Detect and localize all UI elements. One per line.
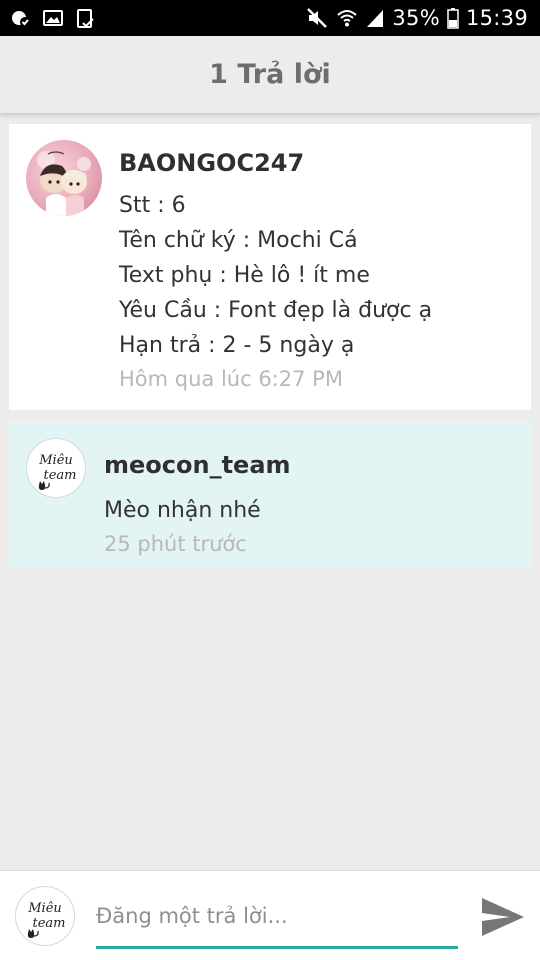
logo-text: team	[44, 468, 77, 483]
signal-app-icon	[12, 11, 30, 27]
app-header: 1 Trả lời	[0, 36, 540, 114]
message-line: Hạn trả : 2 - 5 ngày ạ	[119, 333, 355, 358]
image-icon	[43, 10, 63, 26]
reply-card[interactable]: Miêu team meocon_team Mèo nhận nhé 25 ph…	[9, 421, 531, 567]
reply-body: meocon_team Mèo nhận nhé 25 phút trước	[104, 451, 291, 567]
message-line: Mèo nhận nhé	[104, 498, 261, 523]
mieu-team-logo-icon: Miêu team	[38, 453, 77, 490]
clipboard-check-icon	[77, 9, 94, 28]
page-title: 1 Trả lời	[209, 59, 331, 90]
timestamp: 25 phút trước	[104, 532, 247, 556]
status-right-icons: 35% 15:39	[305, 6, 528, 30]
logo-text: Miêu	[27, 901, 62, 916]
reply-card[interactable]: BAONGOC247 Stt : 6 Tên chữ ký : Mochi Cá…	[9, 124, 531, 410]
logo-text: Miêu	[38, 453, 73, 468]
message-line: Text phụ : Hè lô ! ít me	[119, 263, 370, 288]
clock: 15:39	[465, 6, 528, 30]
battery-percentage: 35%	[392, 6, 440, 30]
current-user-avatar[interactable]: Miêu team	[15, 886, 75, 946]
mute-icon	[307, 8, 328, 28]
username[interactable]: BAONGOC247	[119, 149, 432, 177]
message-line: Yêu Cầu : Font đẹp là được ạ	[119, 298, 433, 323]
message-line: Tên chữ ký : Mochi Cá	[119, 228, 358, 253]
message-line: Stt : 6	[119, 193, 186, 218]
mieu-team-logo-icon: Miêu team	[27, 901, 66, 938]
reply-body: BAONGOC247 Stt : 6 Tên chữ ký : Mochi Cá…	[119, 149, 432, 410]
reply-input[interactable]	[96, 893, 458, 949]
send-icon[interactable]	[478, 895, 526, 939]
status-left-icons	[10, 7, 96, 29]
avatar[interactable]	[26, 140, 102, 216]
timestamp: Hôm qua lúc 6:27 PM	[119, 367, 343, 391]
logo-text: team	[33, 916, 66, 931]
reply-composer: Miêu team	[0, 870, 540, 960]
battery-icon	[447, 8, 459, 29]
anime-couple-avatar-icon	[37, 151, 91, 216]
cell-signal-icon	[367, 10, 384, 27]
username[interactable]: meocon_team	[104, 451, 291, 479]
status-bar: 35% 15:39	[0, 0, 540, 36]
wifi-icon	[337, 10, 358, 27]
avatar[interactable]: Miêu team	[26, 438, 86, 498]
